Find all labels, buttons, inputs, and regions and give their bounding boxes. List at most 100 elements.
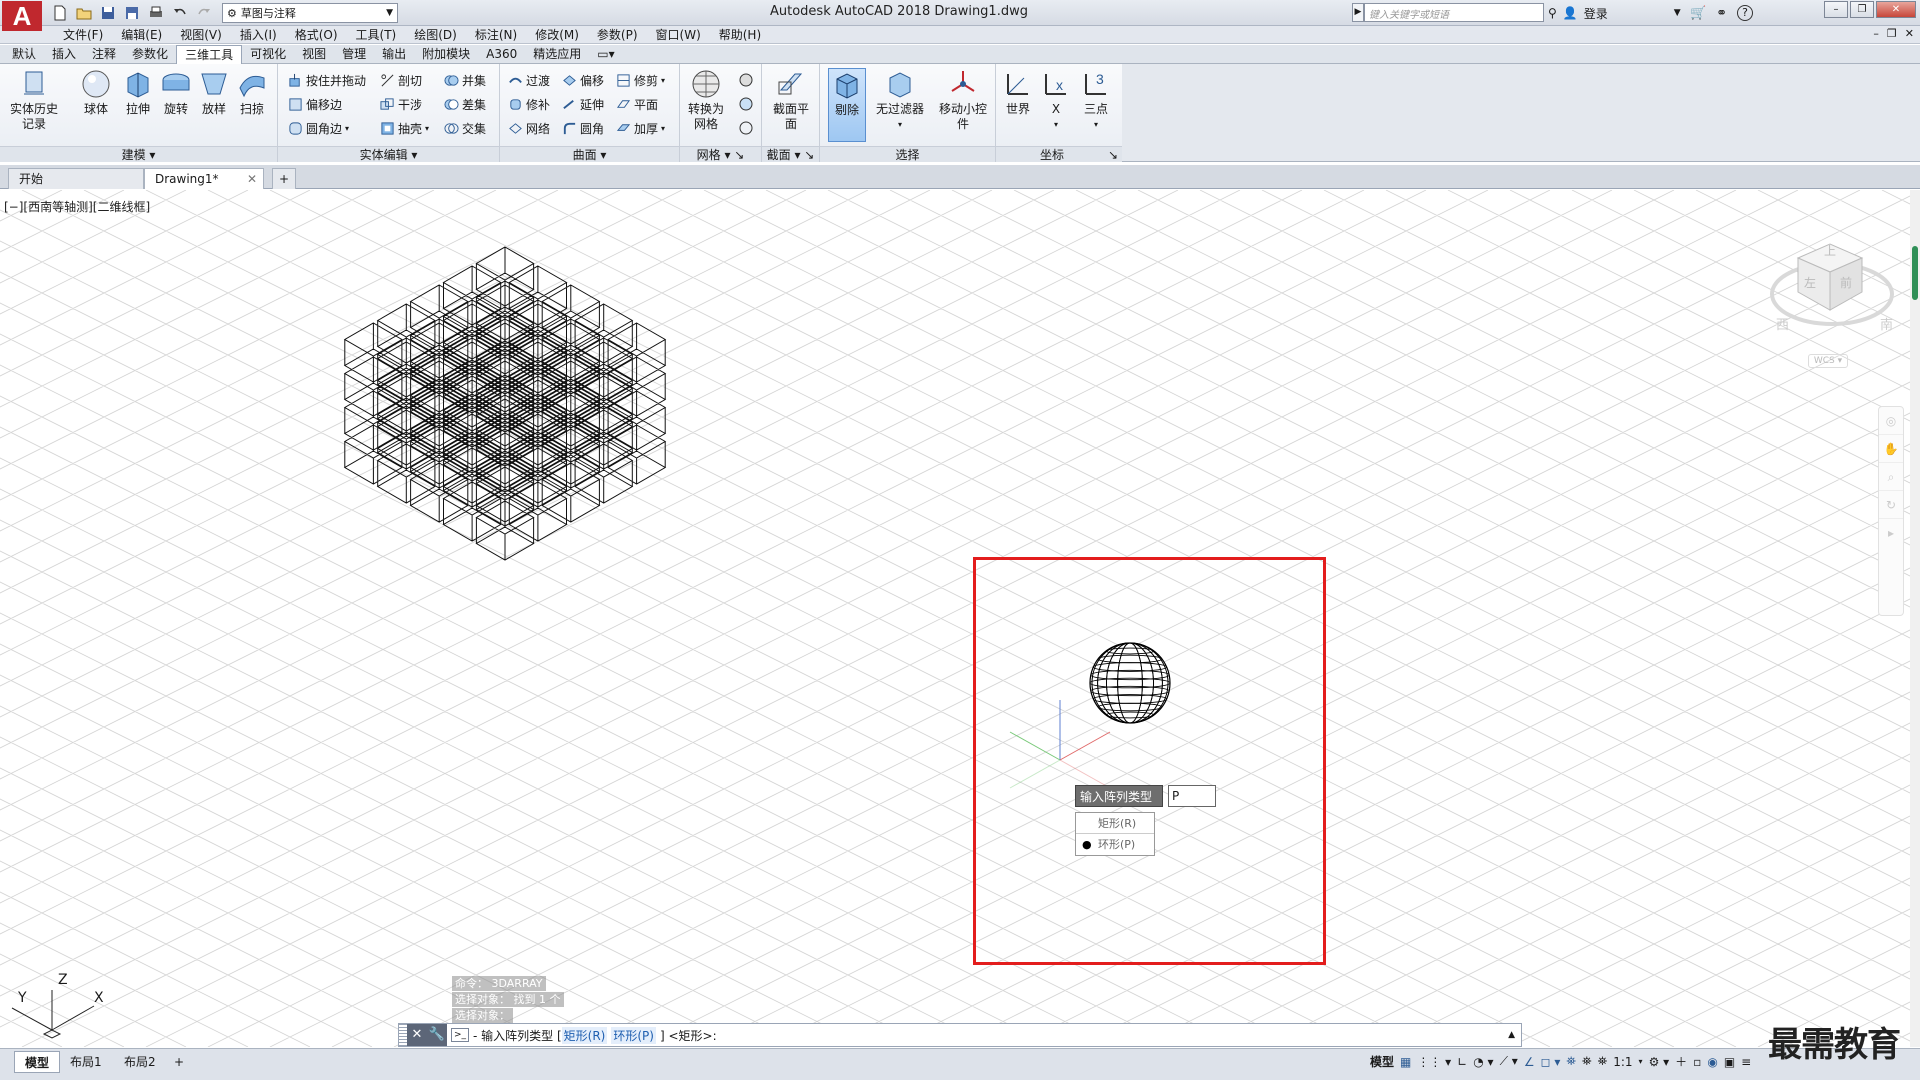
add-layout-button[interactable]: + — [168, 1051, 190, 1073]
convert-to-mesh-button[interactable]: 转换为网格 — [684, 68, 728, 132]
intersect-button[interactable]: 交集 — [444, 118, 486, 138]
panel-title-surface[interactable]: 曲面 ▾ — [500, 146, 679, 162]
annotation-scale-icon[interactable]: ⛯ — [1598, 1054, 1608, 1069]
thicken-button[interactable]: 加厚 ▾ — [616, 118, 665, 138]
help-icon[interactable]: ? — [1737, 5, 1754, 21]
dynamic-input-field[interactable]: P — [1168, 785, 1216, 807]
tab-output[interactable]: 输出 — [374, 45, 414, 63]
viewcube[interactable]: 上 左 前 西 南 WCS ▾ — [1762, 232, 1902, 382]
menu-view[interactable]: 视图(V) — [171, 27, 231, 43]
doc-minimize-icon[interactable]: – — [1873, 27, 1879, 40]
revolve-button[interactable]: 旋转 — [156, 68, 196, 117]
no-filter-button[interactable]: 无过滤器 ▾ — [874, 68, 926, 132]
workspace-gear-icon[interactable]: ⚙ ▾ — [1649, 1055, 1670, 1069]
mesh-smooth-icon[interactable] — [738, 72, 754, 88]
tab-manage[interactable]: 管理 — [334, 45, 374, 63]
fillet-edge-button[interactable]: 圆角边 ▾ — [288, 118, 349, 138]
workspace-dropdown[interactable]: ⚙ 草图与注释 ▼ — [222, 3, 398, 23]
interfere-button[interactable]: 干涉 — [380, 94, 422, 114]
command-option-polar[interactable]: 环形(P) — [611, 1026, 656, 1044]
tab-parametric[interactable]: 参数化 — [124, 45, 176, 63]
menu-format[interactable]: 格式(O) — [286, 27, 347, 43]
tab-start[interactable]: 开始 — [8, 168, 144, 189]
restore-button[interactable]: ❐ — [1850, 1, 1874, 18]
presspull-button[interactable]: 按住并拖动 — [288, 70, 366, 90]
sweep-button[interactable]: 扫掠 — [232, 68, 272, 117]
undo-icon[interactable] — [170, 3, 190, 23]
surface-trim-button[interactable]: 修剪 ▾ — [616, 70, 665, 90]
expand-search-icon[interactable]: ▶ — [1352, 3, 1364, 22]
wcs-menu[interactable]: WCS ▾ — [1808, 354, 1848, 368]
command-option-rectangular[interactable]: 矩形(R) — [561, 1026, 608, 1044]
model-space-toggle[interactable]: 模型 — [1370, 1053, 1394, 1070]
surface-offset-button[interactable]: 偏移 — [562, 70, 604, 90]
print-icon[interactable] — [146, 3, 166, 23]
option-rectangular[interactable]: 矩形(R) — [1076, 813, 1154, 834]
login-area[interactable]: ⚲ 👤 登录 ▼ — [1548, 3, 1681, 23]
tab-3d-tools[interactable]: 三维工具 — [176, 45, 243, 65]
grid-icon[interactable]: ▦ — [1400, 1055, 1411, 1069]
vertical-scrollbar[interactable] — [1910, 190, 1920, 1047]
menu-help[interactable]: 帮助(H) — [710, 27, 770, 43]
close-tab-icon[interactable]: ✕ — [247, 169, 257, 189]
application-menu-button[interactable]: A — [2, 1, 42, 31]
command-prompt-icon[interactable]: >_ — [451, 1028, 469, 1042]
save-icon[interactable] — [98, 3, 118, 23]
loft-button[interactable]: 放样 — [194, 68, 234, 117]
showmotion-icon[interactable]: ▸ — [1879, 519, 1903, 547]
tab-addins[interactable]: 附加模块 — [414, 45, 478, 63]
menu-dimension[interactable]: 标注(N) — [466, 27, 526, 43]
auto-scale-icon[interactable]: ⛯ — [1582, 1054, 1592, 1069]
offset-edge-button[interactable]: 偏移边 — [288, 94, 342, 114]
surface-planar-button[interactable]: 平面 — [616, 94, 658, 114]
isodraft-icon[interactable]: ⟋ ▾ — [1500, 1054, 1518, 1069]
ribbon-options-icon[interactable]: ▭▾ — [589, 45, 622, 63]
command-history-toggle-icon[interactable]: ▲ — [1508, 1030, 1515, 1040]
new-file-icon[interactable] — [50, 3, 70, 23]
menu-file[interactable]: 文件(F) — [54, 27, 112, 43]
object-snap-tracking-icon[interactable]: ∠ — [1524, 1055, 1535, 1069]
menu-insert[interactable]: 插入(I) — [231, 27, 286, 43]
ucs-x-button[interactable]: x X ▾ — [1038, 68, 1074, 132]
layout-tab-model[interactable]: 模型 — [14, 1051, 61, 1073]
mesh-refine-icon[interactable] — [738, 96, 754, 112]
menu-modify[interactable]: 修改(M) — [526, 27, 588, 43]
cart-icon[interactable]: 🛒 — [1690, 6, 1706, 21]
panel-title-solid-edit[interactable]: 实体编辑 ▾ — [278, 146, 499, 162]
ortho-icon[interactable]: ∟ — [1457, 1055, 1467, 1069]
tab-view[interactable]: 视图 — [294, 45, 334, 63]
culling-button[interactable]: 剔除 — [828, 68, 866, 142]
option-polar[interactable]: ● 环形(P) — [1076, 834, 1154, 855]
extrude-button[interactable]: 拉伸 — [118, 68, 158, 117]
orbit-icon[interactable]: ↻ — [1879, 491, 1903, 519]
network-button[interactable]: 网络 — [508, 118, 550, 138]
viewport-controls[interactable]: [−][西南等轴测][二维线框] — [4, 198, 150, 215]
drawing-area[interactable]: [−][西南等轴测][二维线框] Z X Y 上 左 前 西 南 WCS ▾ ◎… — [0, 190, 1910, 1047]
exchange-icon[interactable]: ⚭ — [1716, 6, 1727, 21]
layout-tab-2[interactable]: 布局2 — [114, 1051, 166, 1073]
steeringwheel-icon[interactable]: ◎ — [1879, 407, 1903, 435]
section-plane-button[interactable]: 截面平面 — [768, 68, 814, 132]
tab-visualize[interactable]: 可视化 — [242, 45, 294, 63]
blend-button[interactable]: 过渡 — [508, 70, 550, 90]
command-line[interactable]: ✕ 🔧 >_ - 输入阵列类型 [ 矩形(R) 环形(P) ] <矩形>: ▲ — [398, 1023, 1522, 1047]
layout-tab-1[interactable]: 布局1 — [60, 1051, 112, 1073]
redo-icon[interactable] — [194, 3, 214, 23]
polar-tracking-icon[interactable]: ◔ ▾ — [1473, 1055, 1493, 1069]
panel-title-coordinates[interactable]: 坐标 ↘ — [996, 146, 1122, 162]
isolate-objects-icon[interactable]: ◉ — [1707, 1055, 1717, 1069]
chevron-down-icon[interactable]: ▾ — [1639, 1057, 1643, 1066]
tab-default[interactable]: 默认 — [4, 45, 44, 63]
pan-icon[interactable]: ✋ — [1879, 435, 1903, 463]
patch-button[interactable]: 修补 — [508, 94, 550, 114]
panel-title-section[interactable]: 截面 ▾ ↘ — [762, 146, 819, 162]
tab-drawing1[interactable]: Drawing1* ✕ — [144, 168, 264, 189]
close-button[interactable]: ✕ — [1876, 1, 1916, 18]
customize-wrench-icon[interactable]: 🔧 — [427, 1024, 447, 1046]
panel-title-mesh[interactable]: 网格 ▾ ↘ — [680, 146, 761, 162]
annotation-monitor-icon[interactable]: ＋ — [1675, 1053, 1687, 1070]
minimize-button[interactable]: – — [1824, 1, 1848, 18]
menu-window[interactable]: 窗口(W) — [647, 27, 710, 43]
subtract-button[interactable]: 差集 — [444, 94, 486, 114]
annotation-scale-value[interactable]: 1:1 — [1613, 1055, 1632, 1069]
